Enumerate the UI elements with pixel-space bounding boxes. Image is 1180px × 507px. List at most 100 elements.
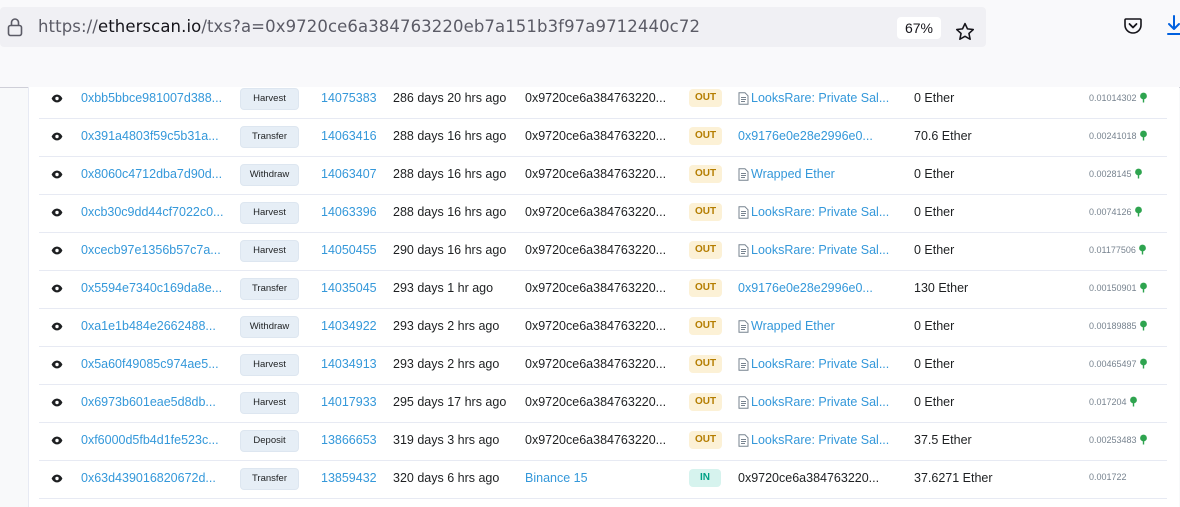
value-text: 70.6 Ether bbox=[914, 129, 972, 143]
tx-hash-link[interactable]: 0xa1e1b484e2662488... bbox=[81, 319, 216, 333]
gas-price-icon[interactable] bbox=[1139, 130, 1148, 141]
pocket-icon[interactable] bbox=[1123, 16, 1143, 36]
tx-hash-link[interactable]: 0x63d439016820672d... bbox=[81, 471, 216, 485]
value-text: 0 Ether bbox=[914, 395, 955, 409]
value-text: 37.6271 Ether bbox=[914, 471, 993, 485]
address-bar[interactable]: https://etherscan.io/txs?a=0x9720ce6a384… bbox=[0, 7, 986, 47]
to-address-label: LooksRare: Private Sal... bbox=[751, 357, 890, 371]
gas-price-icon[interactable] bbox=[1134, 206, 1143, 217]
block-link[interactable]: 14035045 bbox=[321, 281, 377, 295]
gas-price-icon[interactable] bbox=[1139, 92, 1148, 103]
method-badge: Harvest bbox=[240, 240, 299, 262]
url-path: /txs?a=0x9720ce6a384763220eb7a151b3f97a9… bbox=[201, 17, 701, 36]
direction-badge: OUT bbox=[689, 317, 722, 335]
age-text: 288 days 16 hrs ago bbox=[393, 205, 507, 219]
value-text: 0 Ether bbox=[914, 91, 955, 105]
block-link[interactable]: 14034922 bbox=[321, 319, 377, 333]
method-badge: Withdraw bbox=[240, 164, 299, 186]
to-address[interactable]: Wrapped Ether bbox=[738, 319, 835, 333]
to-address[interactable]: LooksRare: Private Sal... bbox=[738, 357, 889, 371]
table-row: 0x5a60f49085c974ae5... Harvest 14034913 293… bbox=[39, 346, 1167, 385]
view-details-button[interactable] bbox=[45, 276, 69, 300]
table-row: 0x8060c4712dba7d90d... Withdraw 14063407 28… bbox=[39, 156, 1167, 195]
to-address-label: Wrapped Ether bbox=[751, 167, 835, 181]
to-address[interactable]: 0x9176e0e28e2996e0... bbox=[738, 129, 873, 143]
value-text: 0 Ether bbox=[914, 243, 955, 257]
to-address[interactable]: LooksRare: Private Sal... bbox=[738, 243, 889, 257]
gas-price-icon[interactable] bbox=[1129, 396, 1138, 407]
tx-hash-link[interactable]: 0x5a60f49085c974ae5... bbox=[81, 357, 219, 371]
to-address-label: 0x9176e0e28e2996e0... bbox=[738, 129, 873, 143]
download-icon[interactable] bbox=[1166, 14, 1180, 38]
to-address[interactable]: LooksRare: Private Sal... bbox=[738, 205, 889, 219]
from-address[interactable]: Binance 15 bbox=[525, 471, 588, 485]
view-details-button[interactable] bbox=[45, 314, 69, 338]
block-link[interactable]: 14063407 bbox=[321, 167, 377, 181]
view-details-button[interactable] bbox=[45, 162, 69, 186]
direction-badge: OUT bbox=[689, 393, 722, 411]
tx-hash-link[interactable]: 0x391a4803f59c5b31a... bbox=[81, 129, 219, 143]
bookmark-star-icon[interactable] bbox=[954, 21, 976, 43]
to-address-label: LooksRare: Private Sal... bbox=[751, 205, 890, 219]
contract-document-icon bbox=[738, 433, 749, 447]
tx-hash-link[interactable]: 0xf6000d5fb4d1fe523c... bbox=[81, 433, 219, 447]
method-badge: Withdraw bbox=[240, 316, 299, 338]
tx-hash-link[interactable]: 0x5594e7340c169da8e... bbox=[81, 281, 222, 295]
contract-document-icon bbox=[738, 167, 749, 181]
gas-price-icon[interactable] bbox=[1139, 282, 1148, 293]
value-text: 130 Ether bbox=[914, 281, 969, 295]
txn-fee: 0.01014302 bbox=[1089, 92, 1148, 103]
view-details-button[interactable] bbox=[45, 390, 69, 414]
view-details-button[interactable] bbox=[45, 124, 69, 148]
tx-hash-link[interactable]: 0xbb5bbce981007d388... bbox=[81, 91, 222, 105]
from-address: 0x9720ce6a384763220... bbox=[525, 281, 667, 295]
to-address[interactable]: LooksRare: Private Sal... bbox=[738, 433, 889, 447]
gas-price-icon[interactable] bbox=[1138, 244, 1147, 255]
block-link[interactable]: 14075383 bbox=[321, 91, 377, 105]
zoom-level-button[interactable]: 67% bbox=[897, 17, 941, 39]
to-address[interactable]: 0x9176e0e28e2996e0... bbox=[738, 281, 873, 295]
gas-price-icon[interactable] bbox=[1139, 358, 1148, 369]
to-address[interactable]: LooksRare: Private Sal... bbox=[738, 91, 889, 105]
view-details-button[interactable] bbox=[45, 200, 69, 224]
from-address: 0x9720ce6a384763220... bbox=[525, 129, 667, 143]
block-link[interactable]: 14063416 bbox=[321, 129, 377, 143]
view-details-button[interactable] bbox=[45, 428, 69, 452]
txn-fee: 0.0028145 bbox=[1089, 168, 1143, 179]
direction-badge: OUT bbox=[689, 89, 722, 107]
contract-document-icon bbox=[738, 319, 749, 333]
eye-icon bbox=[51, 322, 63, 330]
txn-fee: 0.00241018 bbox=[1089, 130, 1148, 141]
eye-icon bbox=[51, 360, 63, 368]
block-link[interactable]: 14050455 bbox=[321, 243, 377, 257]
method-badge: Deposit bbox=[240, 430, 299, 452]
to-address: 0x9720ce6a384763220... bbox=[738, 471, 879, 485]
tx-hash-link[interactable]: 0xcecb97e1356b57c7a... bbox=[81, 243, 221, 257]
view-details-button[interactable] bbox=[45, 86, 69, 110]
lock-icon[interactable] bbox=[6, 17, 24, 37]
gas-price-icon[interactable] bbox=[1134, 168, 1143, 179]
tx-hash-link[interactable]: 0x6973b601eae5d8db... bbox=[81, 395, 216, 409]
eye-icon bbox=[51, 436, 63, 444]
block-link[interactable]: 13859432 bbox=[321, 471, 377, 485]
txn-fee: 0.017204 bbox=[1089, 396, 1138, 407]
contract-document-icon bbox=[738, 395, 749, 409]
block-link[interactable]: 13866653 bbox=[321, 433, 377, 447]
url-text[interactable]: https://etherscan.io/txs?a=0x9720ce6a384… bbox=[38, 17, 700, 36]
tx-hash-link[interactable]: 0x8060c4712dba7d90d... bbox=[81, 167, 222, 181]
block-link[interactable]: 14034913 bbox=[321, 357, 377, 371]
method-badge: Harvest bbox=[240, 202, 299, 224]
eye-icon bbox=[51, 284, 63, 292]
view-details-button[interactable] bbox=[45, 352, 69, 376]
block-link[interactable]: 14063396 bbox=[321, 205, 377, 219]
gas-price-icon[interactable] bbox=[1139, 434, 1148, 445]
to-address[interactable]: Wrapped Ether bbox=[738, 167, 835, 181]
tx-hash-link[interactable]: 0xcb30c9dd44cf7022c0... bbox=[81, 205, 223, 219]
view-details-button[interactable] bbox=[45, 238, 69, 262]
url-host: etherscan.io bbox=[97, 17, 202, 36]
block-link[interactable]: 14017933 bbox=[321, 395, 377, 409]
view-details-button[interactable] bbox=[45, 466, 69, 490]
gas-price-icon[interactable] bbox=[1139, 320, 1148, 331]
to-address[interactable]: LooksRare: Private Sal... bbox=[738, 395, 889, 409]
table-row: 0x391a4803f59c5b31a... Transfer 14063416 28… bbox=[39, 118, 1167, 157]
